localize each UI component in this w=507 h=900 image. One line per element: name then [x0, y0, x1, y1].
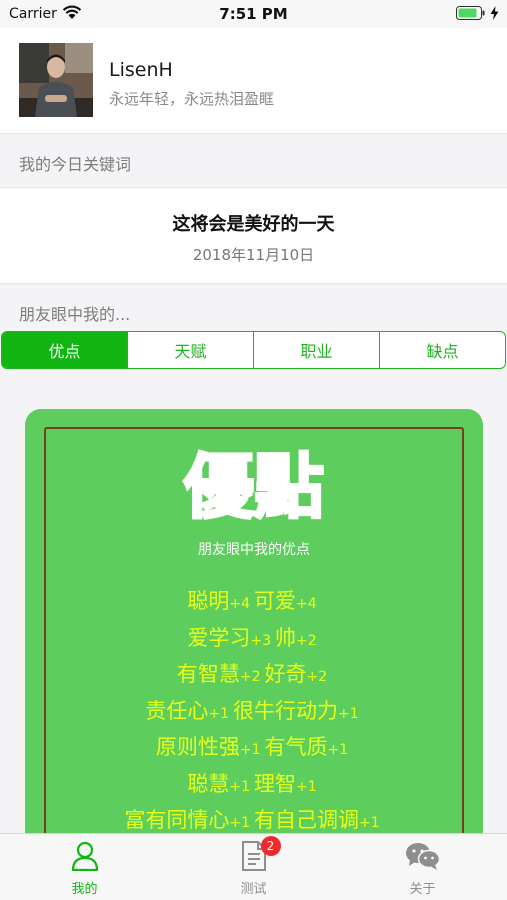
profile-name: LisenH: [109, 59, 173, 81]
trait-count: +1: [208, 705, 229, 722]
keyword-section-header: 我的今日关键词: [0, 135, 507, 187]
tab-strengths[interactable]: 优点: [2, 332, 127, 368]
charging-icon: [490, 6, 499, 20]
trait-count: +4: [229, 596, 250, 612]
trait-word: 帅: [275, 625, 296, 650]
tabbar-label-test: 测试: [240, 882, 267, 897]
trait-line: 有智慧+2 好奇+2: [25, 658, 483, 695]
trait-word: 聪慧: [187, 771, 230, 796]
tab-careers[interactable]: 职业: [253, 332, 379, 368]
trait-word: 可爱: [254, 589, 296, 613]
status-bar: Carrier 7:51 PM: [0, 0, 507, 28]
trait-count: +1: [359, 815, 380, 831]
trait-line: 爱学习+3 帅+2: [25, 622, 483, 659]
tabbar-label-mine: 我的: [71, 882, 98, 897]
friends-section-title: 朋友眼中我的...: [19, 305, 131, 324]
trait-count: +2: [296, 632, 317, 649]
profile-header[interactable]: LisenH 永远年轻，永远热泪盈眶: [0, 28, 507, 134]
trait-count: +2: [306, 669, 328, 685]
trait-count: +1: [229, 778, 250, 795]
trait-line: 原则性强+1 有气质+1: [25, 731, 483, 768]
trait-word: 有气质: [264, 735, 328, 759]
trait-word: 聪明: [187, 589, 230, 613]
avatar[interactable]: [19, 43, 93, 117]
keyword-date: 2018年11月10日: [192, 246, 315, 264]
trait-word: 好奇: [264, 662, 307, 686]
keyword-section-title: 我的今日关键词: [19, 155, 132, 174]
wechat-icon: [405, 840, 441, 872]
tab-weaknesses[interactable]: 缺点: [379, 332, 505, 368]
trait-count: +1: [338, 705, 359, 722]
trait-count: +4: [296, 596, 317, 612]
trait-line: 责任心+1 很牛行动力+1: [25, 695, 483, 732]
trait-word: 原则性强: [155, 735, 240, 759]
screen: Carrier 7:51 PM LisenH 永远年轻，永远热泪盈眶 我的今日关…: [0, 0, 507, 900]
trait-word: 富有同情心: [124, 808, 230, 832]
tab-talents[interactable]: 天赋: [127, 332, 253, 368]
bottom-tab-bar: 我的 2 测试 关于: [0, 833, 507, 900]
status-time: 7:51 PM: [219, 5, 288, 23]
trait-count: +1: [229, 815, 250, 831]
trait-word: 理智: [254, 771, 296, 796]
person-icon: [71, 840, 99, 872]
trait-word: 责任心: [145, 698, 209, 723]
trait-count: +1: [296, 778, 317, 795]
trait-word: 有智慧: [176, 662, 240, 686]
friends-section-header: 朋友眼中我的...: [0, 285, 507, 337]
trait-word: 爱学习: [187, 625, 251, 650]
trait-count: +2: [239, 669, 261, 685]
card-subtitle: 朋友眼中我的优点: [198, 542, 310, 558]
trait-word: 很牛行动力: [233, 698, 338, 723]
tabbar-item-test[interactable]: 2 测试: [169, 834, 338, 900]
keyword-card: 这将会是美好的一天 2018年11月10日: [0, 187, 507, 284]
notification-badge: 2: [260, 836, 281, 856]
trait-line: 聪慧+1 理智+1: [25, 768, 483, 805]
battery-icon: [456, 6, 499, 20]
strengths-logo: 優點: [182, 445, 326, 530]
strengths-card: 優點 朋友眼中我的优点 聪明+4 可爱+4 爱学习+3 帅+2 有智慧+2 好奇+2 责任心…: [25, 409, 483, 900]
card-logo-text: 優點: [183, 446, 324, 525]
trait-count: +3: [250, 632, 271, 649]
tabbar-item-about[interactable]: 关于: [338, 834, 507, 900]
segmented-tabs: 优点 天赋 职业 缺点: [1, 331, 506, 369]
profile-motto: 永远年轻，永远热泪盈眶: [109, 90, 275, 108]
trait-word: 有自己调调: [254, 808, 359, 832]
trait-line: 聪明+4 可爱+4: [25, 585, 483, 622]
tabbar-item-mine[interactable]: 我的: [0, 834, 169, 900]
trait-count: +1: [239, 742, 261, 758]
tabbar-label-about: 关于: [409, 882, 436, 897]
keyword-title: 这将会是美好的一天: [172, 214, 335, 235]
card-logo: 優點: [25, 445, 483, 530]
document-icon: 2: [241, 836, 281, 872]
trait-count: +1: [327, 742, 349, 758]
traits-list: 聪明+4 可爱+4 爱学习+3 帅+2 有智慧+2 好奇+2 责任心+1 很牛行动力+1 原则性…: [25, 585, 483, 841]
